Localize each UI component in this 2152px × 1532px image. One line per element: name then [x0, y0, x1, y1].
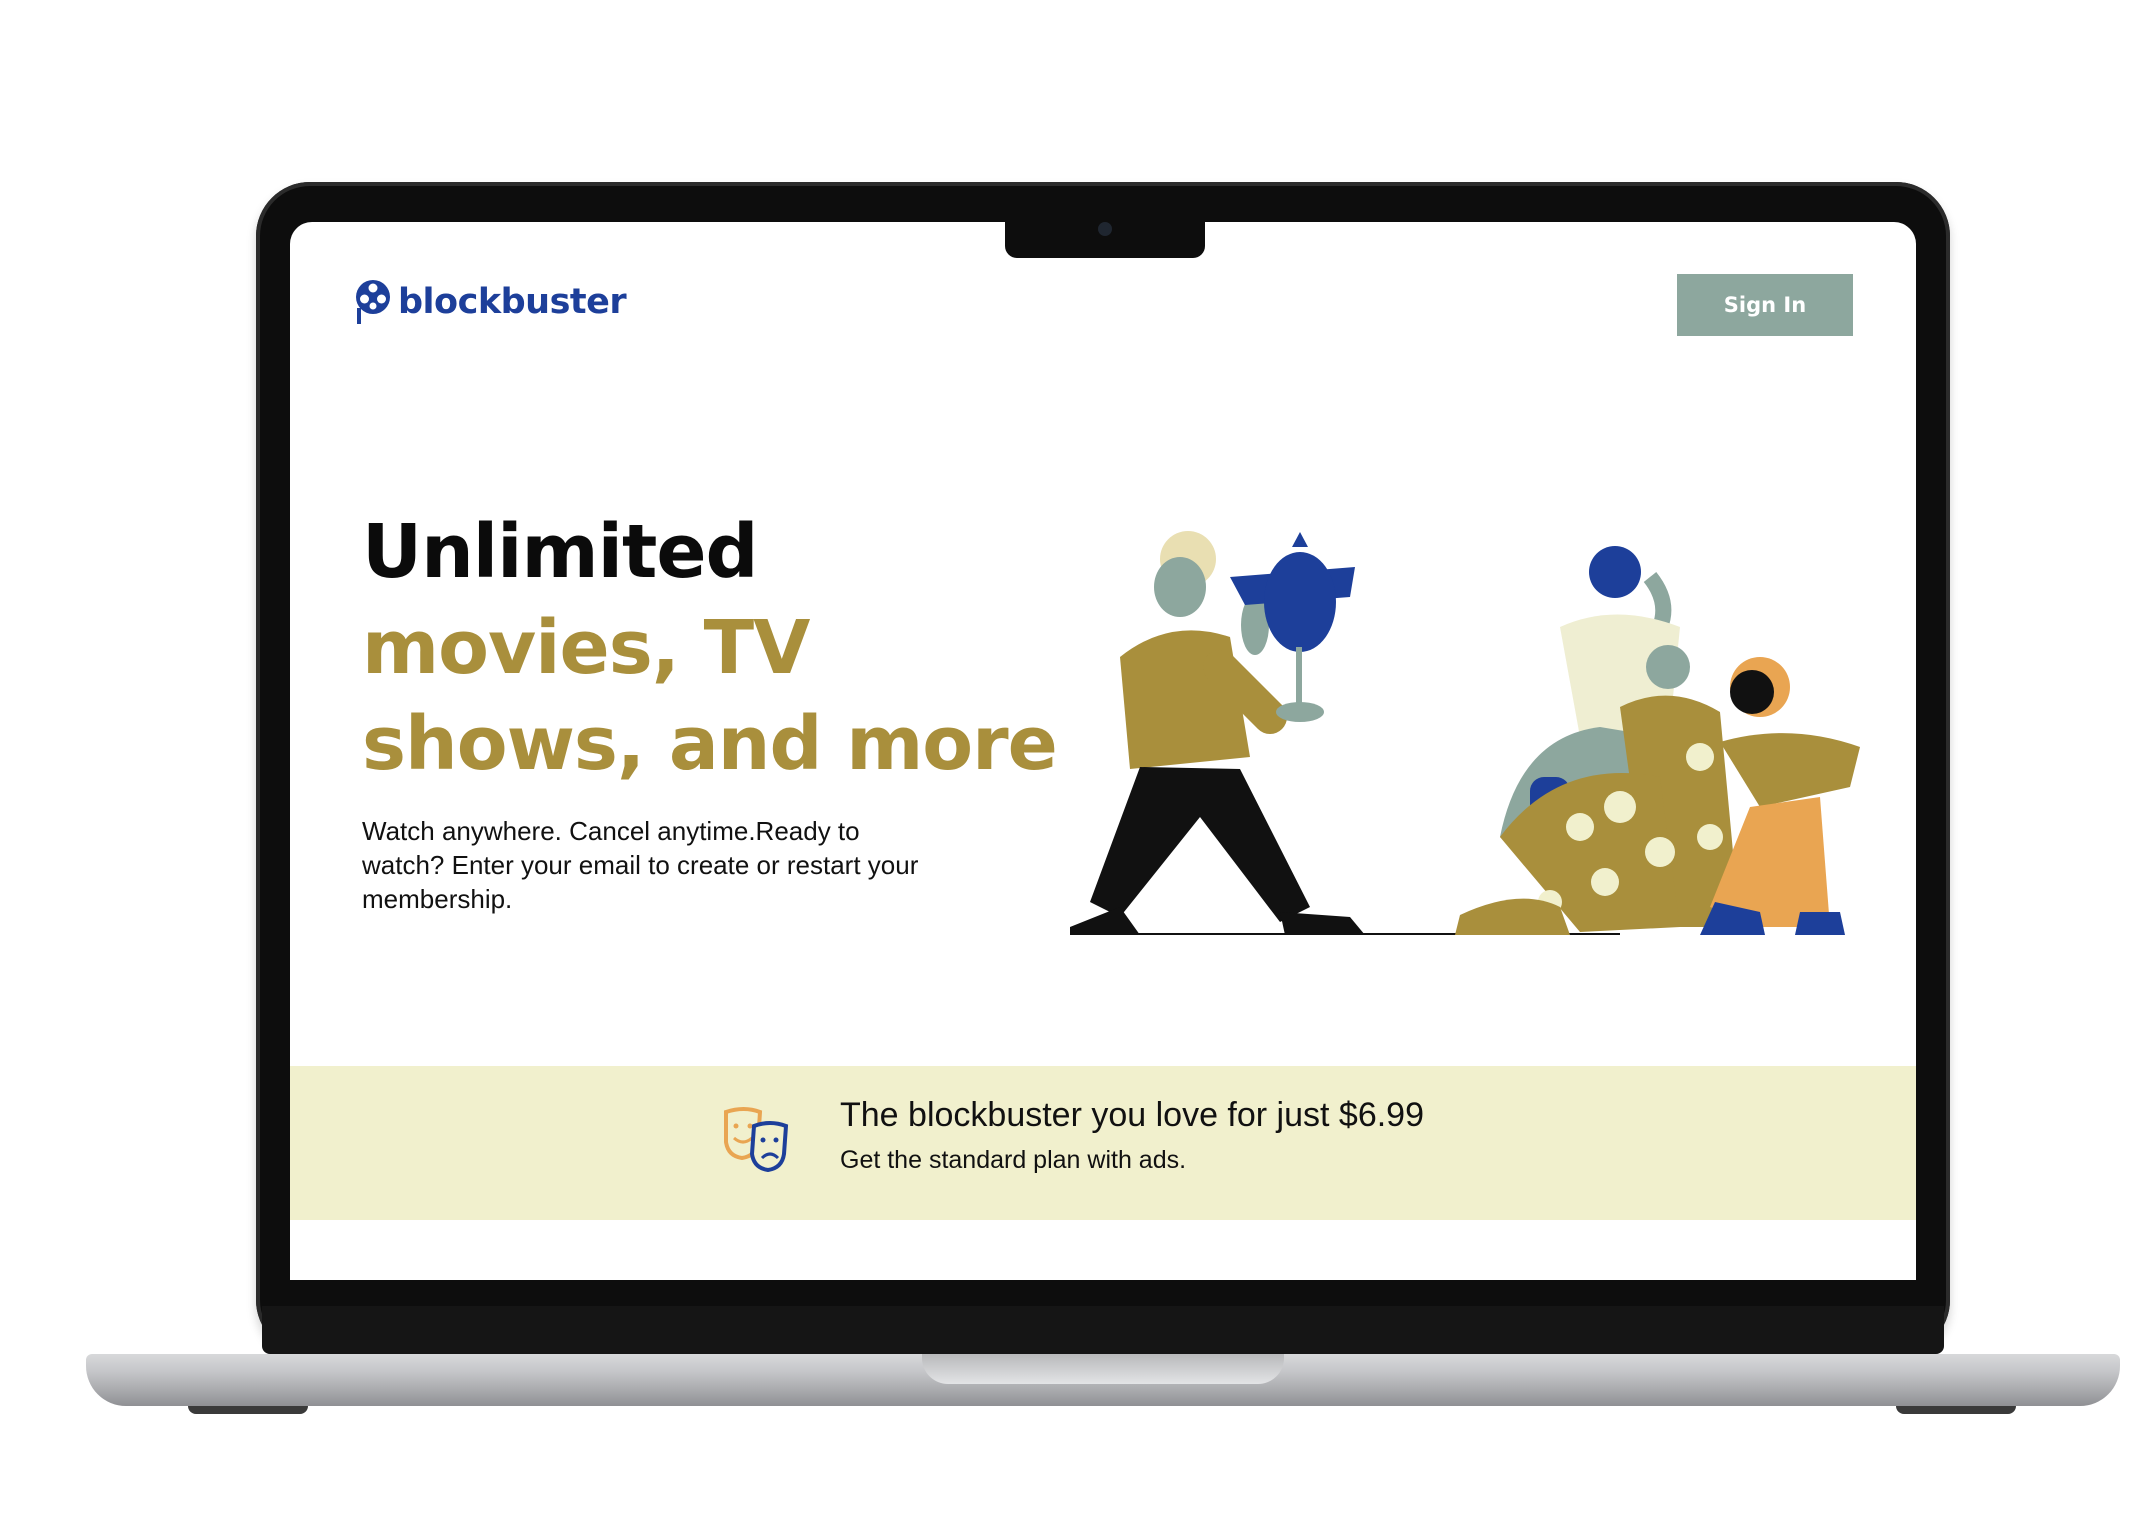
sign-in-button[interactable]: Sign In [1677, 274, 1853, 336]
headline-line-3: shows, and more [362, 701, 1058, 787]
landing-page: blockbuster Sign In Unlimited movies, TV… [290, 222, 1916, 1280]
laptop-chin [262, 1306, 1944, 1354]
brand-name: blockbuster [398, 282, 627, 322]
promo-subtitle: Get the standard plan with ads. [840, 1146, 1187, 1174]
laptop-foot-left [188, 1406, 308, 1414]
brand-logo[interactable]: blockbuster [354, 278, 627, 326]
headline-line-2: movies, TV [362, 605, 810, 691]
promo-banner: The blockbuster you love for just $6.99 … [290, 1066, 1916, 1220]
theater-masks-icon [724, 1107, 789, 1173]
laptop-base-notch [922, 1354, 1284, 1384]
film-reel-icon [356, 280, 390, 324]
laptop-foot-right [1896, 1406, 2016, 1414]
headline-line-1: Unlimited [362, 509, 759, 595]
camera-icon [1098, 222, 1112, 236]
people-watching-illustration [1070, 531, 1860, 935]
promo-title: The blockbuster you love for just $6.99 [840, 1096, 1424, 1134]
hero-description: Watch anywhere. Cancel anytime.Ready to … [362, 816, 919, 914]
hero-headline: Unlimited movies, TV shows, and more [362, 504, 1058, 792]
